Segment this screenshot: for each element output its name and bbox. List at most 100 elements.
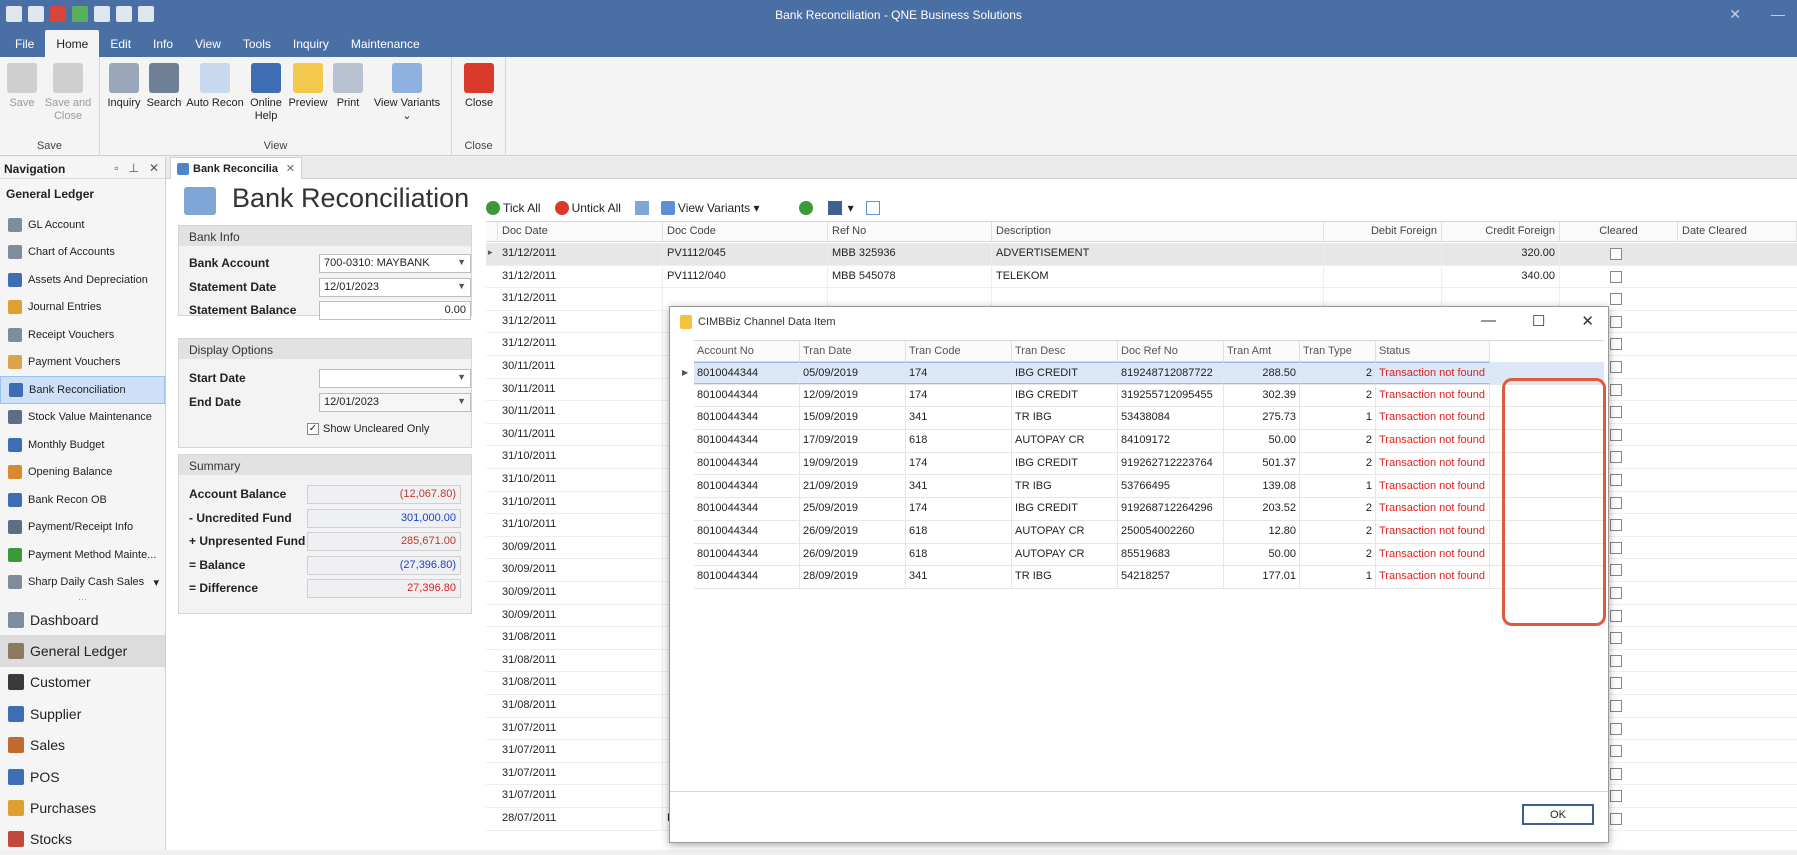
start-date-field[interactable]: ▼ [319, 369, 471, 388]
cleared-checkbox[interactable] [1610, 338, 1622, 351]
cleared-checkbox[interactable] [1610, 361, 1622, 373]
dialog-row[interactable]: 8010044344 21/09/2019 341 TR IBG 53766495 139… [694, 475, 1604, 499]
close-button[interactable]: Close [460, 63, 498, 110]
cleared-checkbox[interactable] [1610, 587, 1622, 599]
dialog-row[interactable]: 8010044344 19/09/2019 174 IBG CREDIT 9192627… [694, 452, 1604, 476]
table-row[interactable]: 31/12/2011 PV1112/040 MBB 545078 TELEKOM 340… [486, 265, 1797, 289]
col-doc-code[interactable]: Doc Code [663, 222, 828, 242]
cleared-checkbox[interactable] [1610, 541, 1622, 554]
splitter-grip[interactable]: ⋯ [0, 595, 165, 604]
nav-item[interactable]: Sharp Daily Cash Sales ▾ [0, 569, 165, 597]
nav-item[interactable]: GL Account [0, 211, 165, 239]
dialog-col-header[interactable]: Doc Ref No [1118, 341, 1224, 362]
cleared-checkbox[interactable] [1610, 767, 1622, 780]
col-date-cleared[interactable]: Date Cleared [1678, 222, 1797, 242]
cleared-checkbox[interactable] [1610, 745, 1622, 758]
new-icon[interactable]: ▫ [114, 161, 118, 175]
col-doc-date[interactable]: Doc Date [498, 222, 663, 242]
close-tab-icon[interactable]: ✕ [286, 162, 295, 175]
cleared-checkbox[interactable] [1610, 383, 1622, 396]
nav-module[interactable]: Dashboard [0, 604, 165, 635]
col-debit-foreign[interactable]: Debit Foreign [1324, 222, 1442, 242]
nav-item[interactable]: Receipt Vouchers [0, 321, 165, 349]
find-icon[interactable] [865, 201, 880, 215]
export-icon[interactable] [634, 201, 649, 215]
tab-bank-reconciliation[interactable]: Bank Reconcilia ✕ [170, 157, 302, 179]
nav-item[interactable]: Chart of Accounts [0, 239, 165, 267]
cleared-checkbox[interactable] [1610, 270, 1622, 283]
view-variants-toolbar-button[interactable]: View Variants ▾ [660, 201, 760, 216]
cleared-checkbox[interactable] [1610, 496, 1622, 509]
nav-item[interactable]: Payment Vouchers [0, 349, 165, 377]
cleared-checkbox[interactable] [1610, 428, 1622, 441]
dialog-row[interactable]: 8010044344 26/09/2019 618 AUTOPAY CR 2500540… [694, 520, 1604, 544]
col-cleared[interactable]: Cleared [1560, 222, 1678, 242]
cleared-checkbox[interactable] [1610, 564, 1622, 577]
col-description[interactable]: Description [992, 222, 1324, 242]
cleared-checkbox[interactable] [1610, 609, 1622, 622]
dialog-col-header[interactable]: Tran Code [906, 341, 1012, 362]
nav-module[interactable]: Customer [0, 667, 165, 698]
cleared-checkbox[interactable] [1610, 700, 1622, 712]
cleared-checkbox[interactable] [1610, 654, 1622, 667]
chevron-down-icon[interactable]: ▾ [153, 576, 159, 589]
nav-module[interactable]: Purchases [0, 792, 165, 823]
menu-maintenance[interactable]: Maintenance [340, 30, 431, 57]
cleared-checkbox[interactable] [1610, 790, 1622, 803]
nav-module[interactable]: General Ledger [0, 635, 165, 667]
dialog-row[interactable]: 8010044344 28/09/2019 341 TR IBG 54218257 177… [694, 566, 1604, 589]
dialog-row[interactable]: 8010044344 26/09/2019 618 AUTOPAY CR 8551968… [694, 543, 1604, 567]
cleared-checkbox[interactable] [1610, 406, 1622, 419]
maximize-icon[interactable]: ☐ [1532, 312, 1545, 330]
chevron-down-icon[interactable]: ▾ [848, 201, 854, 215]
save-button[interactable]: Save [6, 63, 38, 110]
nav-item[interactable]: Payment/Receipt Info [0, 514, 165, 542]
print-button[interactable]: Print [332, 63, 364, 110]
nav-item[interactable]: Monthly Budget [0, 431, 165, 459]
menu-tools[interactable]: Tools [232, 30, 282, 57]
dialog-col-header[interactable]: Tran Type [1300, 341, 1376, 362]
cleared-checkbox[interactable] [1610, 632, 1622, 645]
col-ref-no[interactable]: Ref No [828, 222, 992, 242]
cleared-checkbox[interactable] [1610, 315, 1622, 328]
dialog-row[interactable]: 8010044344 15/09/2019 341 TR IBG 53438084 275… [694, 407, 1604, 431]
show-uncleared-checkbox[interactable]: ✓ Show Uncleared Only [307, 423, 429, 436]
cleared-checkbox[interactable] [1610, 474, 1622, 486]
nav-module[interactable]: Supplier [0, 698, 165, 729]
dialog-col-header[interactable]: Tran Date [800, 341, 906, 362]
ok-button[interactable]: OK [1522, 804, 1594, 825]
minimize-icon[interactable]: — [1771, 6, 1785, 23]
statement-date-field[interactable]: 12/01/2023 ▼ [319, 278, 471, 297]
cleared-checkbox[interactable] [1610, 519, 1622, 532]
nav-item[interactable]: Assets And Depreciation [0, 266, 165, 294]
dialog-col-header[interactable]: Account No [694, 341, 800, 362]
dialog-col-header[interactable]: Status [1376, 341, 1490, 362]
nav-module[interactable]: POS [0, 761, 165, 792]
online-help-button[interactable]: Online Help [248, 63, 284, 123]
nav-item[interactable]: Opening Balance [0, 459, 165, 487]
auto-recon-button[interactable]: Auto Recon [186, 63, 244, 110]
bank-account-select[interactable]: 700-0310: MAYBANK ▼ [319, 254, 471, 273]
cleared-checkbox[interactable] [1610, 248, 1622, 260]
view-variants-button[interactable]: View Variants ⌄ [368, 63, 446, 123]
col-credit-foreign[interactable]: Credit Foreign [1442, 222, 1560, 242]
minimize-icon[interactable]: — [1481, 312, 1496, 330]
save-layout-icon[interactable] [827, 201, 842, 215]
dialog-col-header[interactable]: Tran Amt [1224, 341, 1300, 362]
untick-all-button[interactable]: Untick All [554, 201, 621, 216]
cleared-checkbox[interactable] [1610, 722, 1622, 735]
nav-module[interactable]: Sales [0, 730, 165, 761]
menu-view[interactable]: View [184, 30, 232, 57]
menu-inquiry[interactable]: Inquiry [282, 30, 340, 57]
table-row[interactable]: ▸ 31/12/2011 PV1112/045 MBB 325936 ADVERTISE… [486, 243, 1797, 266]
menu-file[interactable]: File [4, 30, 45, 57]
dialog-col-header[interactable]: Tran Desc [1012, 341, 1118, 362]
dialog-row[interactable]: 8010044344 12/09/2019 174 IBG CREDIT 3192557… [694, 384, 1604, 408]
dialog-row[interactable]: 8010044344 17/09/2019 618 AUTOPAY CR 8410917… [694, 430, 1604, 453]
nav-item[interactable]: Payment Method Mainte... [0, 541, 165, 569]
close-icon[interactable]: ✕ [149, 161, 159, 175]
cleared-checkbox[interactable] [1610, 677, 1622, 690]
preview-button[interactable]: Preview [288, 63, 328, 110]
nav-item[interactable]: Journal Entries [0, 294, 165, 322]
nav-module[interactable]: Stocks [0, 824, 165, 855]
